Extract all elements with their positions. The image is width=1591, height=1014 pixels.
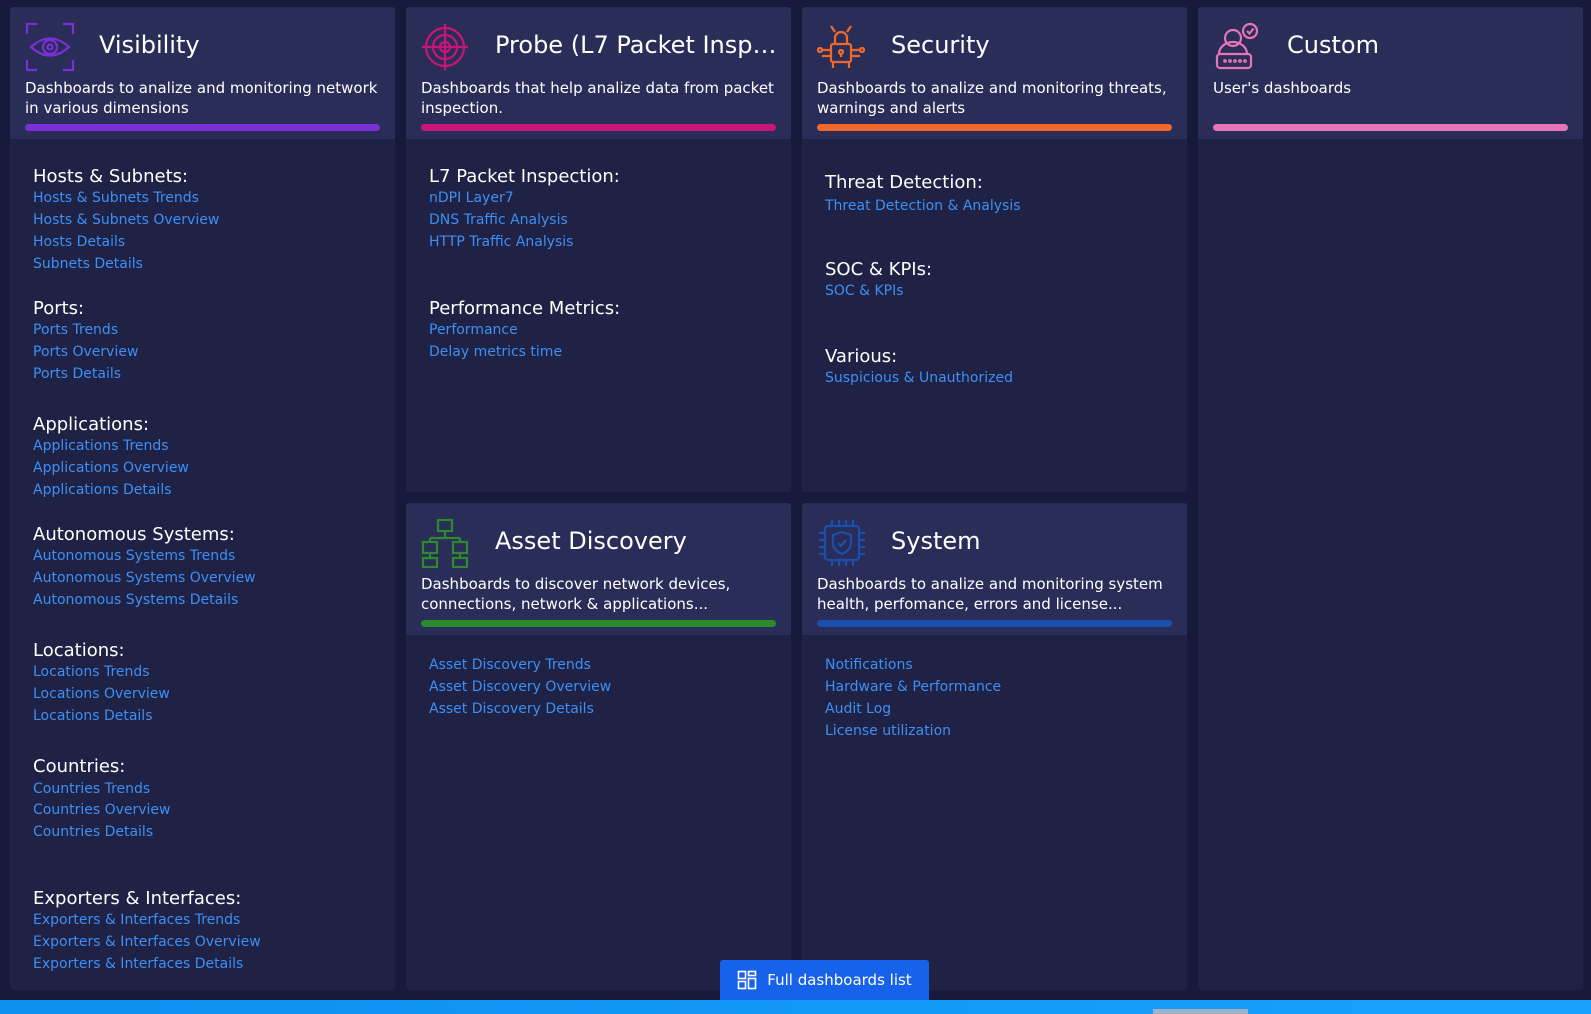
- link-hosts-subnets-overview[interactable]: Hosts & Subnets Overview: [33, 210, 219, 230]
- security-color-bar: [817, 124, 1172, 131]
- bottom-scroll-bar: [0, 1000, 1591, 1014]
- security-card: Security Dashboards to analize and monit…: [802, 7, 1187, 492]
- grid-icon: [737, 970, 757, 990]
- link-http-traffic-analysis[interactable]: HTTP Traffic Analysis: [429, 232, 573, 252]
- link-asset-discovery-details[interactable]: Asset Discovery Details: [429, 699, 594, 719]
- custom-color-bar: [1213, 124, 1568, 131]
- visibility-title: Visibility: [99, 31, 200, 59]
- network-tree-icon: [421, 518, 471, 568]
- link-asset-discovery-trends[interactable]: Asset Discovery Trends: [429, 655, 591, 675]
- link-performance[interactable]: Performance: [429, 320, 518, 340]
- lock-network-icon: [817, 22, 867, 72]
- asset-discovery-title: Asset Discovery: [495, 527, 687, 555]
- link-suspicious-unauthorized[interactable]: Suspicious & Unauthorized: [825, 368, 1013, 388]
- custom-card: Custom User's dashboards: [1198, 7, 1583, 990]
- section-title: Autonomous Systems:: [33, 524, 235, 545]
- section-title: Performance Metrics:: [429, 298, 621, 319]
- link-delay-metrics-time[interactable]: Delay metrics time: [429, 342, 562, 362]
- system-header: System Dashboards to analize and monitor…: [802, 503, 1187, 635]
- full-dashboards-list-label: Full dashboards list: [767, 971, 912, 989]
- asset-discovery-color-bar: [421, 620, 776, 627]
- link-audit-log[interactable]: Audit Log: [825, 699, 891, 719]
- section-title: Locations:: [33, 640, 125, 661]
- link-locations-trends[interactable]: Locations Trends: [33, 662, 150, 682]
- link-ports-overview[interactable]: Ports Overview: [33, 342, 138, 362]
- custom-title: Custom: [1287, 31, 1379, 59]
- link-hosts-subnets-trends[interactable]: Hosts & Subnets Trends: [33, 188, 199, 208]
- link-subnets-details[interactable]: Subnets Details: [33, 254, 143, 274]
- security-description: Dashboards to analize and monitoring thr…: [817, 79, 1167, 117]
- visibility-card: Visibility Dashboards to analize and mon…: [10, 7, 395, 990]
- security-title: Security: [891, 31, 990, 59]
- custom-description: User's dashboards: [1213, 79, 1352, 97]
- section-title: Hosts & Subnets:: [33, 166, 189, 187]
- asset-discovery-card: Asset Discovery Dashboards to discover n…: [406, 503, 791, 990]
- custom-header: Custom User's dashboards: [1198, 7, 1583, 139]
- visibility-color-bar: [25, 124, 380, 131]
- user-dashboard-icon: [1213, 22, 1263, 72]
- link-license-utilization[interactable]: License utilization: [825, 721, 951, 741]
- link-dns-traffic-analysis[interactable]: DNS Traffic Analysis: [429, 210, 568, 230]
- link-ndpi-layer7[interactable]: nDPI Layer7: [429, 188, 514, 208]
- scrollbar-thumb[interactable]: [1153, 1009, 1248, 1014]
- link-autonomous-systems-overview[interactable]: Autonomous Systems Overview: [33, 568, 256, 588]
- section-title: Exporters & Interfaces:: [33, 888, 242, 909]
- link-ports-details[interactable]: Ports Details: [33, 364, 121, 384]
- visibility-header: Visibility Dashboards to analize and mon…: [10, 7, 395, 139]
- link-applications-details[interactable]: Applications Details: [33, 480, 172, 500]
- security-header: Security Dashboards to analize and monit…: [802, 7, 1187, 139]
- link-autonomous-systems-details[interactable]: Autonomous Systems Details: [33, 590, 238, 610]
- asset-discovery-description: Dashboards to discover network devices, …: [421, 575, 731, 613]
- system-card: System Dashboards to analize and monitor…: [802, 503, 1187, 990]
- crosshair-icon: [421, 22, 471, 72]
- section-title: Various:: [825, 346, 898, 367]
- section-title: Threat Detection:: [825, 172, 983, 193]
- probe-header: Probe (L7 Packet Inspection) Dashboards …: [406, 7, 791, 139]
- visibility-description: Dashboards to analize and monitoring net…: [25, 79, 378, 117]
- link-locations-overview[interactable]: Locations Overview: [33, 684, 170, 704]
- section-title: SOC & KPIs:: [825, 259, 933, 280]
- section-title: L7 Packet Inspection:: [429, 166, 620, 187]
- link-locations-details[interactable]: Locations Details: [33, 706, 153, 726]
- link-notifications[interactable]: Notifications: [825, 655, 913, 675]
- full-dashboards-list-button[interactable]: Full dashboards list: [720, 960, 929, 1000]
- link-hosts-details[interactable]: Hosts Details: [33, 232, 125, 252]
- link-exporters-interfaces-trends[interactable]: Exporters & Interfaces Trends: [33, 910, 240, 930]
- link-exporters-interfaces-overview[interactable]: Exporters & Interfaces Overview: [33, 932, 261, 952]
- link-countries-trends[interactable]: Countries Trends: [33, 779, 150, 799]
- system-description: Dashboards to analize and monitoring sys…: [817, 575, 1163, 613]
- link-countries-details[interactable]: Countries Details: [33, 822, 153, 842]
- section-title: Applications:: [33, 414, 150, 435]
- probe-description: Dashboards that help analize data from p…: [421, 79, 774, 117]
- link-threat-detection-analysis[interactable]: Threat Detection & Analysis: [825, 196, 1021, 216]
- system-color-bar: [817, 620, 1172, 627]
- system-title: System: [891, 527, 981, 555]
- link-applications-overview[interactable]: Applications Overview: [33, 458, 189, 478]
- link-applications-trends[interactable]: Applications Trends: [33, 436, 169, 456]
- link-soc-kpis[interactable]: SOC & KPIs: [825, 281, 904, 301]
- eye-scan-icon: [25, 22, 75, 72]
- link-countries-overview[interactable]: Countries Overview: [33, 800, 171, 820]
- probe-title: Probe (L7 Packet Inspection): [495, 31, 781, 59]
- section-title: Countries:: [33, 756, 126, 777]
- asset-discovery-header: Asset Discovery Dashboards to discover n…: [406, 503, 791, 635]
- link-ports-trends[interactable]: Ports Trends: [33, 320, 118, 340]
- link-hardware-performance[interactable]: Hardware & Performance: [825, 677, 1001, 697]
- chip-shield-icon: [817, 518, 867, 568]
- link-exporters-interfaces-details[interactable]: Exporters & Interfaces Details: [33, 954, 243, 974]
- link-autonomous-systems-trends[interactable]: Autonomous Systems Trends: [33, 546, 235, 566]
- link-asset-discovery-overview[interactable]: Asset Discovery Overview: [429, 677, 611, 697]
- section-title: Ports:: [33, 298, 85, 319]
- probe-card: Probe (L7 Packet Inspection) Dashboards …: [406, 7, 791, 492]
- probe-color-bar: [421, 124, 776, 131]
